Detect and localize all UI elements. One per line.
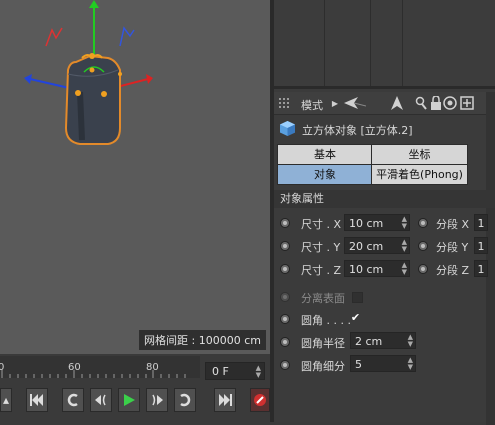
lock-icon[interactable] xyxy=(430,95,442,111)
prev-frame-button[interactable] xyxy=(90,388,112,412)
goto-start-icon xyxy=(30,394,43,406)
seg-x-anim-radio[interactable] xyxy=(418,218,428,228)
seg-x-field[interactable]: 1 xyxy=(474,214,488,231)
current-frame-value: 0 F xyxy=(212,365,229,378)
size-x-label: 尺寸 . X xyxy=(301,218,342,231)
y-axis-arrow[interactable] xyxy=(89,0,99,8)
fillet-anim-radio[interactable] xyxy=(280,314,290,324)
attribute-manager: 模式 ▶ 立方体对象 [立方体.2] 基本 坐标 对象 平滑着色(Phong) … xyxy=(274,89,495,425)
right-handle[interactable] xyxy=(101,91,107,97)
size-x-value: 10 cm xyxy=(349,217,384,230)
search-icon[interactable] xyxy=(414,95,428,111)
record-key-icon xyxy=(254,394,266,406)
size-x-field[interactable]: 10 cm ▲ ▼ xyxy=(344,214,410,231)
fillet-radius-field[interactable]: 2 cm ▲ ▼ xyxy=(350,332,416,349)
play-button[interactable] xyxy=(118,388,140,412)
back-arrow-icon[interactable] xyxy=(344,95,366,111)
mode-menu[interactable]: 模式 xyxy=(301,97,323,113)
3d-viewport[interactable]: 网格间距 : 100000 cm xyxy=(0,0,270,354)
section-title: 对象属性 xyxy=(274,190,495,208)
time-ruler[interactable]: 0 60 80 xyxy=(0,356,200,378)
spinner-icon[interactable]: ▲ ▼ xyxy=(402,239,407,253)
fillet-subdiv-field[interactable]: 5 ▲ ▼ xyxy=(350,355,416,372)
fillet-checkbox[interactable]: ✔ xyxy=(350,312,361,324)
object-title-row: 立方体对象 [立方体.2] xyxy=(274,118,495,140)
seg-x-label: 分段 X xyxy=(436,218,470,231)
z-marker-icon xyxy=(119,26,135,47)
spinner-icon[interactable]: ▲ ▼ xyxy=(408,334,413,348)
tab-object[interactable]: 对象 xyxy=(277,164,373,185)
top-handle[interactable] xyxy=(89,53,95,59)
cube-icon xyxy=(280,121,295,139)
size-y-value: 20 cm xyxy=(349,240,384,253)
size-z-field[interactable]: 10 cm ▲ ▼ xyxy=(344,260,410,277)
prev-key-button[interactable] xyxy=(62,388,84,412)
prev-field-stepper[interactable]: ▴ xyxy=(0,388,12,412)
prev-key-icon xyxy=(67,393,78,407)
record-button[interactable] xyxy=(250,388,270,412)
target-icon[interactable] xyxy=(443,95,457,111)
next-frame-button[interactable] xyxy=(146,388,168,412)
size-z-label: 尺寸 . Z xyxy=(301,264,342,277)
separate-surfaces-anim-radio xyxy=(280,292,290,302)
viewport-scene xyxy=(24,0,153,145)
fillet-label: 圆角 . . . . xyxy=(301,314,351,327)
size-y-field[interactable]: 20 cm ▲ ▼ xyxy=(344,237,410,254)
menu-arrow-icon[interactable]: ▶ xyxy=(330,95,340,111)
separate-surfaces-checkbox xyxy=(352,292,363,303)
attribute-toolbar: 模式 ▶ xyxy=(274,92,495,425)
fillet-subdiv-anim-radio[interactable] xyxy=(280,360,290,370)
fillet-handle[interactable] xyxy=(89,67,95,73)
goto-start-button[interactable] xyxy=(26,388,48,412)
seg-y-field[interactable]: 1 xyxy=(474,237,488,254)
spinner-icon[interactable]: ▲ ▼ xyxy=(256,365,261,379)
spinner-icon[interactable]: ▲ ▼ xyxy=(408,357,413,371)
fillet-radius-label: 圆角半径 xyxy=(301,337,345,350)
seg-y-label: 分段 Y xyxy=(436,241,469,254)
fillet-subdiv-value: 5 xyxy=(355,358,362,371)
size-x-anim-radio[interactable] xyxy=(280,218,290,228)
fillet-subdiv-label: 圆角细分 xyxy=(301,360,345,373)
ruler-ticks xyxy=(1,370,186,378)
ruler-label-80: 80 xyxy=(146,362,159,373)
size-z-anim-radio[interactable] xyxy=(280,264,290,274)
size-z-value: 10 cm xyxy=(349,263,384,276)
fillet-radius-anim-radio[interactable] xyxy=(280,337,290,347)
ruler-label-60: 60 xyxy=(68,362,81,373)
up-arrow-icon[interactable] xyxy=(390,95,404,111)
seg-z-label: 分段 Z xyxy=(436,264,470,277)
next-frame-icon xyxy=(152,394,163,406)
object-title: 立方体对象 [立方体.2] xyxy=(302,124,413,137)
spinner-icon[interactable]: ▲ ▼ xyxy=(402,262,407,276)
x-axis-arrow[interactable] xyxy=(146,74,153,84)
seg-z-anim-radio[interactable] xyxy=(418,264,428,274)
seg-y-anim-radio[interactable] xyxy=(418,241,428,251)
grip-icon[interactable] xyxy=(278,95,292,111)
grid-spacing-label: 网格间距 : 100000 cm xyxy=(139,330,266,350)
z-axis-arrow[interactable] xyxy=(24,74,32,84)
current-frame-field[interactable]: 0 F ▲ ▼ xyxy=(205,362,265,380)
object-manager-panel[interactable] xyxy=(274,0,495,89)
tab-basic[interactable]: 基本 xyxy=(277,144,373,165)
size-y-label: 尺寸 . Y xyxy=(301,241,341,254)
next-key-icon xyxy=(180,393,191,407)
size-y-anim-radio[interactable] xyxy=(280,241,290,251)
seg-z-field[interactable]: 1 xyxy=(474,260,488,277)
prev-frame-icon xyxy=(95,394,106,406)
x-marker-icon xyxy=(45,27,63,47)
next-key-button[interactable] xyxy=(174,388,196,412)
fillet-radius-value: 2 cm xyxy=(355,335,383,348)
left-handle[interactable] xyxy=(75,90,81,96)
tab-coord[interactable]: 坐标 xyxy=(371,144,468,165)
play-icon xyxy=(124,394,135,406)
goto-end-button[interactable] xyxy=(214,388,236,412)
new-panel-icon[interactable] xyxy=(460,95,474,111)
separate-surfaces-label: 分离表面 xyxy=(301,292,345,305)
ruler-label-0: 0 xyxy=(0,362,5,373)
tab-phong[interactable]: 平滑着色(Phong) xyxy=(371,164,468,185)
spinner-icon[interactable]: ▲ ▼ xyxy=(402,216,407,230)
goto-end-icon xyxy=(219,394,232,406)
